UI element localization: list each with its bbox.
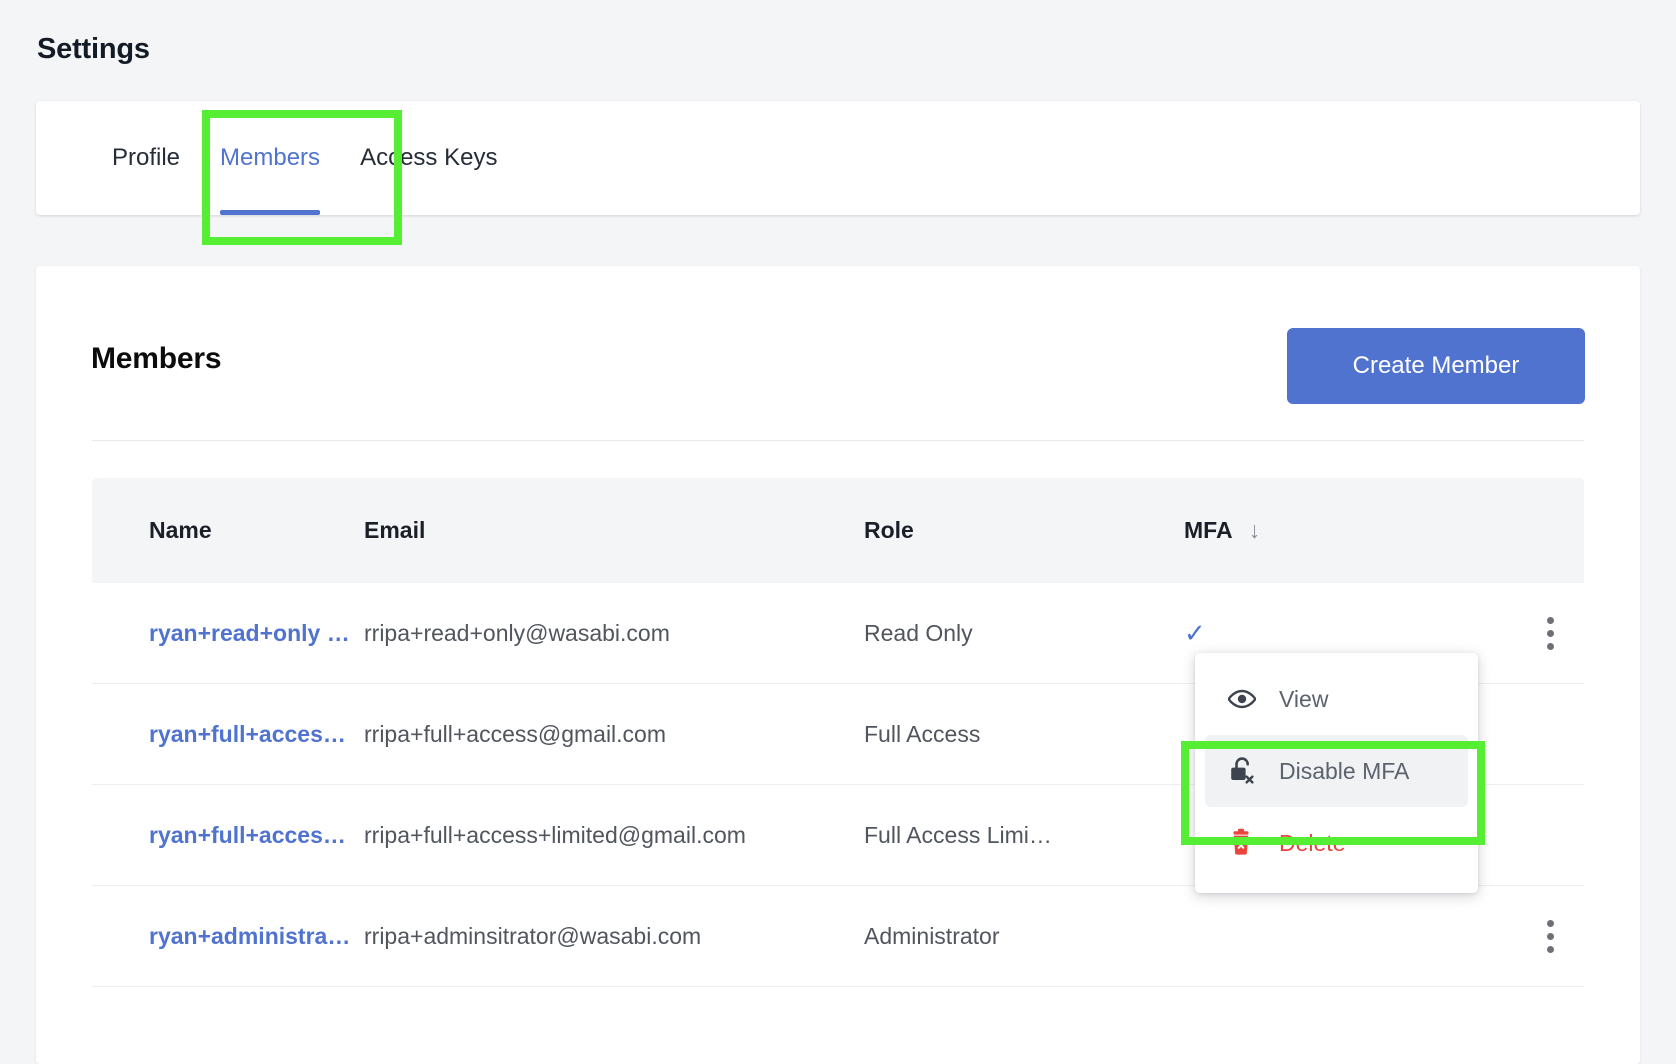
row-context-menu: View Disable MFA Delete xyxy=(1195,653,1478,893)
menu-item-disable-mfa[interactable]: Disable MFA xyxy=(1205,735,1468,807)
tab-access-keys[interactable]: Access Keys xyxy=(340,101,517,215)
table-header-row: Name Email Role MFA ↓ xyxy=(92,478,1584,583)
menu-item-delete[interactable]: Delete xyxy=(1205,807,1468,879)
eye-icon xyxy=(1227,689,1257,709)
trash-x-icon xyxy=(1227,828,1257,858)
tabs-card: Profile Members Access Keys xyxy=(36,101,1640,215)
column-header-mfa[interactable]: MFA ↓ xyxy=(1184,517,1434,544)
tab-active-underline xyxy=(220,210,321,215)
kebab-dot xyxy=(1546,616,1554,624)
tab-members-label: Members xyxy=(220,144,321,171)
column-header-email[interactable]: Email xyxy=(364,517,864,544)
menu-item-view-label: View xyxy=(1279,685,1329,712)
member-role: Read Only xyxy=(864,619,973,646)
sort-descending-icon: ↓ xyxy=(1248,517,1261,543)
menu-item-delete-label: Delete xyxy=(1279,829,1346,856)
tab-bar: Profile Members Access Keys xyxy=(92,101,517,215)
member-email: rripa+read+only@wasabi.com xyxy=(364,619,670,646)
create-member-button[interactable]: Create Member xyxy=(1287,328,1585,404)
member-email: rripa+full+access@gmail.com xyxy=(364,720,667,747)
member-email: rripa+adminsitrator@wasabi.com xyxy=(364,922,702,949)
members-heading: Members xyxy=(91,342,222,375)
unlock-x-icon xyxy=(1227,756,1257,786)
row-actions-kebab-menu[interactable] xyxy=(1528,608,1572,658)
menu-item-disable-mfa-label: Disable MFA xyxy=(1279,757,1410,784)
member-name-link[interactable]: ryan+full+acces… xyxy=(149,822,346,848)
tab-profile-label: Profile xyxy=(112,144,181,171)
member-name-link[interactable]: ryan+full+acces… xyxy=(149,721,346,747)
page-title: Settings xyxy=(37,33,150,65)
kebab-dot xyxy=(1546,629,1554,637)
settings-page: Settings Profile Members Access Keys Mem… xyxy=(0,0,1676,1064)
tab-access-keys-label: Access Keys xyxy=(360,144,498,171)
kebab-dot xyxy=(1546,642,1554,650)
table-row: ryan+administra… rripa+adminsitrator@was… xyxy=(92,886,1584,987)
tab-members[interactable]: Members xyxy=(200,101,340,215)
tab-profile[interactable]: Profile xyxy=(92,101,200,215)
row-actions-kebab-menu[interactable] xyxy=(1528,911,1572,961)
member-role: Administrator xyxy=(864,922,1000,949)
menu-item-view[interactable]: View xyxy=(1205,663,1468,735)
column-header-role[interactable]: Role xyxy=(864,517,1184,544)
member-email: rripa+full+access+limited@gmail.com xyxy=(364,821,746,848)
column-header-mfa-label: MFA xyxy=(1184,517,1233,543)
section-divider xyxy=(92,440,1584,441)
kebab-dot xyxy=(1546,919,1554,927)
member-role: Full Access Limi… xyxy=(864,821,1052,848)
column-header-name[interactable]: Name xyxy=(92,517,364,544)
kebab-dot xyxy=(1546,945,1554,953)
kebab-dot xyxy=(1546,932,1554,940)
member-name-link[interactable]: ryan+administra… xyxy=(149,923,350,949)
mfa-enabled-check-icon: ✓ xyxy=(1184,617,1206,648)
member-role: Full Access xyxy=(864,720,981,747)
member-name-link[interactable]: ryan+read+only … xyxy=(149,620,350,646)
members-section-header: Members Create Member xyxy=(91,328,1585,408)
